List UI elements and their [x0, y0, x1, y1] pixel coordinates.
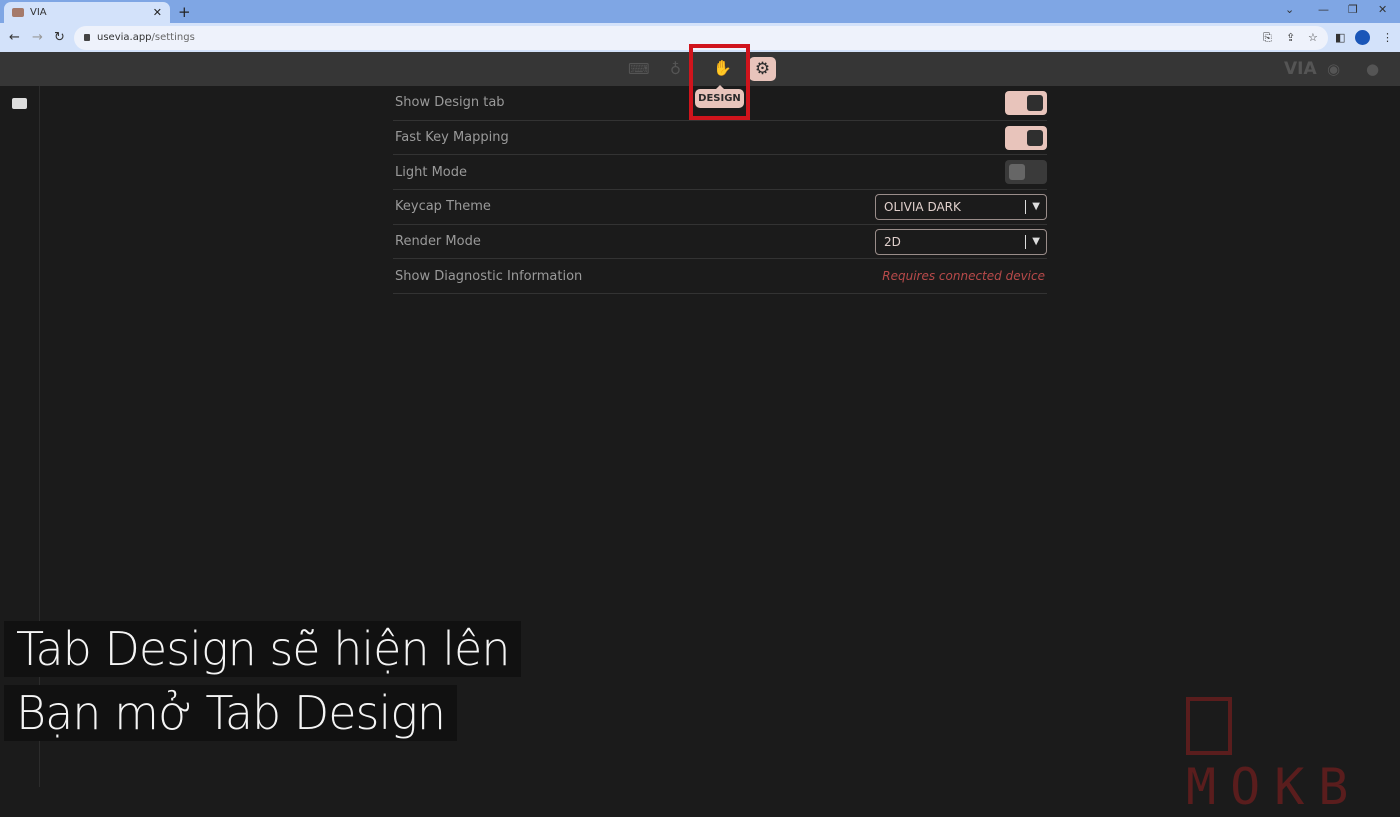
- keycap-theme-select[interactable]: OLIVIA DARK ▼: [875, 193, 1047, 220]
- setting-label: Light Mode: [395, 164, 467, 180]
- sidebar: [0, 86, 40, 787]
- profile-avatar[interactable]: [1355, 30, 1370, 45]
- url-host: usevia.app: [97, 32, 152, 43]
- caption-line-2: Bạn mở Tab Design: [4, 685, 458, 741]
- caption-line-1: Tab Design sẽ hiện lên: [4, 621, 522, 677]
- mokb-watermark: MOKB: [1186, 697, 1400, 817]
- setting-light-mode: Light Mode: [393, 155, 1047, 191]
- forward-icon[interactable]: →: [32, 30, 43, 45]
- stethoscope-icon[interactable]: ♁: [670, 60, 681, 78]
- restore-button[interactable]: ❐: [1348, 3, 1358, 16]
- via-favicon-icon: [12, 8, 24, 17]
- menu-icon[interactable]: ⋮: [1382, 31, 1393, 44]
- bookmark-star-icon[interactable]: ☆: [1308, 31, 1318, 44]
- browser-tab-bar: VIA ✕ + ⌄ — ❐ ✕: [0, 0, 1400, 23]
- select-value: OLIVIA DARK: [884, 199, 961, 214]
- light-mode-toggle[interactable]: [1005, 160, 1047, 185]
- back-icon[interactable]: ←: [9, 30, 20, 45]
- via-logo[interactable]: VIA: [1284, 59, 1317, 79]
- chevron-down-icon: ▼: [1032, 236, 1040, 248]
- browser-tab[interactable]: VIA ✕: [4, 2, 170, 23]
- requires-device-note: Requires connected device: [882, 269, 1045, 284]
- setting-diagnostic-info: Show Diagnostic Information Requires conn…: [393, 259, 1047, 295]
- close-tab-icon[interactable]: ✕: [153, 6, 162, 19]
- setting-render-mode: Render Mode 2D ▼: [393, 225, 1047, 260]
- settings-gear-button[interactable]: ⚙: [749, 57, 776, 81]
- setting-label: Keycap Theme: [395, 199, 491, 215]
- mokb-logo-icon: [1186, 697, 1232, 755]
- new-tab-button[interactable]: +: [178, 3, 191, 21]
- toolbox-icon[interactable]: [12, 98, 27, 109]
- setting-label: Render Mode: [395, 234, 481, 250]
- tab-search-icon[interactable]: ⌄: [1285, 3, 1294, 16]
- setting-label: Fast Key Mapping: [395, 130, 509, 146]
- setting-fast-key-mapping: Fast Key Mapping: [393, 121, 1047, 156]
- share-icon[interactable]: ⇪: [1286, 31, 1295, 44]
- select-value: 2D: [884, 234, 901, 249]
- setting-keycap-theme: Keycap Theme OLIVIA DARK ▼: [393, 190, 1047, 225]
- setting-label: Show Design tab: [395, 95, 505, 111]
- translate-icon[interactable]: ⎘: [1263, 31, 1272, 45]
- show-design-tab-toggle[interactable]: [1005, 90, 1047, 115]
- fast-key-mapping-toggle[interactable]: [1005, 125, 1047, 150]
- reload-icon[interactable]: ↻: [54, 30, 65, 45]
- discord-icon[interactable]: ◉: [1327, 60, 1340, 78]
- github-icon[interactable]: ●: [1366, 60, 1379, 78]
- tab-title: VIA: [30, 7, 47, 18]
- url-path: /settings: [151, 32, 195, 43]
- keyboard-icon[interactable]: ⌨: [628, 60, 650, 78]
- settings-list: Show Design tab Fast Key Mapping Light M…: [393, 86, 1047, 295]
- chevron-down-icon: ▼: [1032, 201, 1040, 213]
- setting-label: Show Diagnostic Information: [395, 268, 583, 284]
- side-panel-icon[interactable]: ◧: [1335, 31, 1345, 44]
- close-window-button[interactable]: ✕: [1378, 3, 1387, 16]
- setting-show-design-tab: Show Design tab: [393, 86, 1047, 121]
- watermark-text: MOKB: [1186, 758, 1363, 816]
- render-mode-select[interactable]: 2D ▼: [875, 228, 1047, 255]
- minimize-button[interactable]: —: [1318, 3, 1329, 16]
- lock-icon: [84, 34, 90, 41]
